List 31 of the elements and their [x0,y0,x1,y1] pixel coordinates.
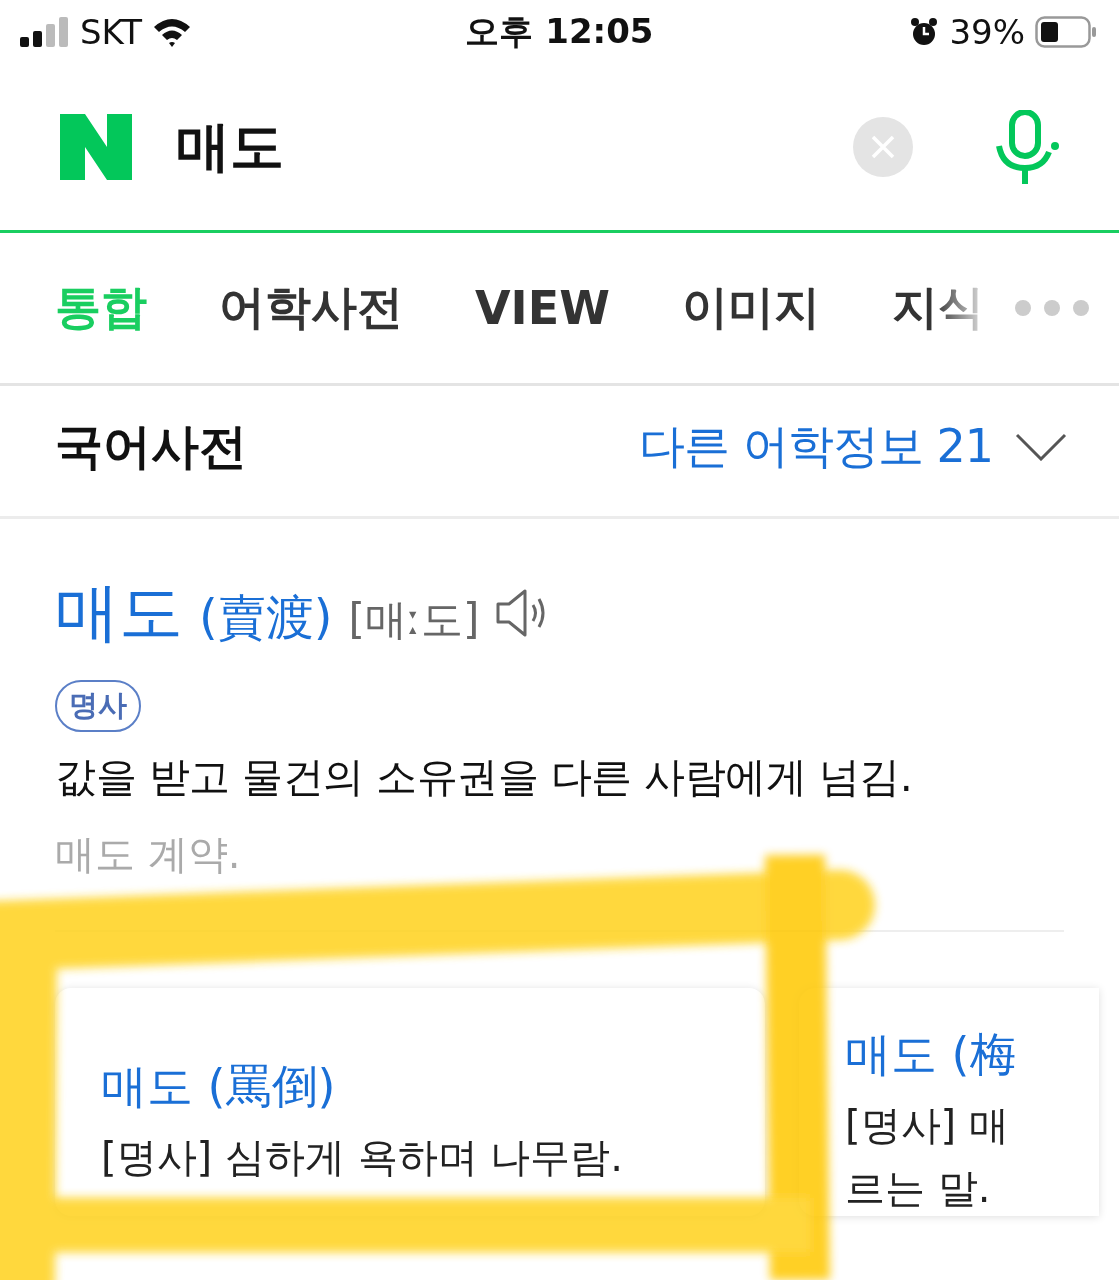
hanja-text: (賣渡) [199,588,333,647]
entry-word: 매도 [55,574,183,651]
pronunciation-text: [매ː도] [348,594,480,646]
chevron-down-icon [1015,433,1067,461]
search-tab[interactable]: 어학사전 [219,277,403,339]
card-description: [명사] 매 [845,1101,1010,1150]
battery-icon [1035,16,1097,48]
other-info-link[interactable]: 다른 어학정보 21 [639,416,1067,478]
battery-percent: 39% [949,12,1025,52]
signal-icon [20,17,70,47]
microphone-icon[interactable] [993,110,1059,184]
more-icon[interactable] [1013,299,1090,317]
card-description: 르는 말. [845,1164,992,1213]
card-title: 매도 (梅 [845,1026,1017,1083]
section-title: 국어사전 [55,417,247,476]
search-field[interactable]: 매도 [176,115,809,179]
search-tab[interactable]: VIEW [475,281,610,335]
search-tab[interactable]: 지식 [891,277,984,339]
card-title: 매도 (罵倒) [101,1057,337,1115]
part-of-speech-tag: 명사 [55,680,141,732]
alarm-icon [909,17,940,47]
carrier-name: SKT [80,12,142,52]
card-description: [명사] 심하게 욕하며 나무람. [101,1132,625,1182]
clear-button[interactable] [853,117,913,177]
wifi-icon [152,17,192,47]
definition-text: 값을 받고 물건의 소유권을 다른 사람에게 넘김. [55,752,914,803]
example-text: 매도 계약. [55,830,242,879]
search-tab[interactable]: 이미지 [681,277,820,339]
naver-logo-icon[interactable] [60,114,132,180]
clock-time: 오후 12:05 [465,11,654,51]
close-icon [871,135,895,159]
